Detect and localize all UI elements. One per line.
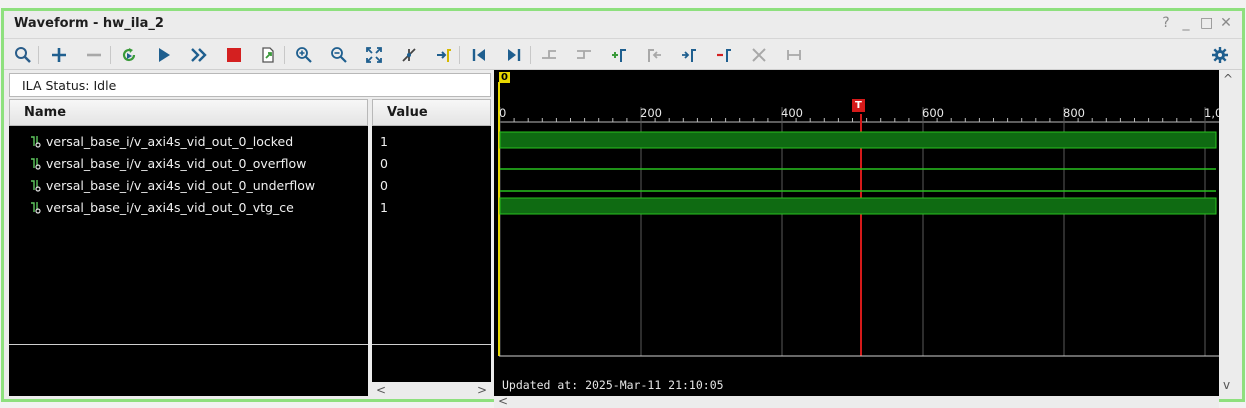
scroll-up-icon[interactable]: ^: [1223, 72, 1233, 86]
signal-name: versal_base_i/v_axi4s_vid_out_0_underflo…: [46, 177, 316, 193]
signal-high-trace: [499, 131, 1217, 149]
waveform-plot: [498, 82, 1219, 357]
value-column-header[interactable]: Value: [372, 99, 491, 126]
cursor-marker-label[interactable]: 0: [499, 72, 510, 83]
signal-value: 1: [380, 199, 388, 215]
bit-signal-icon: [31, 202, 41, 214]
bit-signal-icon: [31, 158, 41, 170]
swap-cursor-icon[interactable]: [747, 43, 771, 67]
ila-status: ILA Status: Idle: [9, 73, 491, 97]
signal-name: versal_base_i/v_axi4s_vid_out_0_locked: [46, 133, 294, 149]
next-transition-icon[interactable]: [572, 43, 596, 67]
scroll-left-icon[interactable]: <: [376, 383, 386, 397]
scroll-left-icon[interactable]: <: [498, 394, 508, 408]
signal-high-trace: [499, 197, 1217, 215]
run-icon[interactable]: [152, 43, 176, 67]
previous-marker-icon[interactable]: [642, 43, 666, 67]
add-icon[interactable]: [47, 43, 71, 67]
wave-hscrollbar[interactable]: <: [494, 394, 1219, 408]
time-tick-label: 1,0: [1204, 106, 1219, 120]
close-button[interactable]: ✕: [1220, 15, 1232, 31]
marker-distance-icon[interactable]: [782, 43, 806, 67]
delete-marker-icon[interactable]: [712, 43, 736, 67]
bit-signal-icon: [31, 180, 41, 192]
run-trigger-icon[interactable]: [117, 43, 141, 67]
next-marker-icon[interactable]: [677, 43, 701, 67]
zoom-out-icon[interactable]: [327, 43, 351, 67]
waveform-canvas[interactable]: 0 T 0 200 400 600 800 1,0 Updated at: 20…: [494, 70, 1219, 396]
signal-row[interactable]: versal_base_i/v_axi4s_vid_out_0_underflo…: [29, 174, 315, 196]
maximize-button[interactable]: □: [1200, 15, 1213, 31]
trigger-marker-label[interactable]: T: [852, 99, 865, 112]
pane-divider: [9, 344, 368, 345]
time-tick-label: 200: [640, 106, 662, 120]
go-to-marker-icon[interactable]: [432, 43, 456, 67]
signal-name-pane: versal_base_i/v_axi4s_vid_out_0_locked v…: [9, 126, 368, 396]
settings-icon[interactable]: [1208, 43, 1232, 67]
export-icon[interactable]: [256, 43, 280, 67]
window-controls: ? _ □ ✕: [1160, 15, 1232, 31]
time-tick-label: 0: [499, 106, 507, 120]
remove-icon[interactable]: [82, 43, 106, 67]
previous-transition-icon[interactable]: [537, 43, 561, 67]
signal-value: 1: [380, 133, 388, 149]
waveform-window: Waveform - hw_ila_2 ? _ □ ✕ ILA Status: …: [1, 8, 1245, 408]
go-to-start-icon[interactable]: [467, 43, 491, 67]
signal-name: versal_base_i/v_axi4s_vid_out_0_vtg_ce: [46, 199, 294, 215]
stop-icon[interactable]: [222, 43, 246, 67]
toolbar: [4, 40, 1242, 70]
window-title: Waveform - hw_ila_2: [14, 16, 164, 31]
signal-row[interactable]: versal_base_i/v_axi4s_vid_out_0_vtg_ce: [29, 196, 294, 218]
updated-timestamp: Updated at: 2025-Mar-11 21:10:05: [502, 378, 724, 392]
run-immediate-icon[interactable]: [187, 43, 211, 67]
go-to-end-icon[interactable]: [502, 43, 526, 67]
zoom-fit-icon[interactable]: [362, 43, 386, 67]
bit-signal-icon: [31, 136, 41, 148]
title-bar: Waveform - hw_ila_2 ? _ □ ✕: [4, 11, 1242, 39]
wave-vscrollbar[interactable]: ^ v: [1219, 70, 1239, 396]
signal-value: 0: [380, 177, 388, 193]
signal-name: versal_base_i/v_axi4s_vid_out_0_overflow: [46, 155, 307, 171]
signal-value: 0: [380, 155, 388, 171]
time-tick-label: 800: [1063, 106, 1085, 120]
search-icon[interactable]: [11, 43, 35, 67]
add-marker-icon[interactable]: [607, 43, 631, 67]
scroll-down-icon[interactable]: v: [1223, 378, 1230, 392]
cursor-icon[interactable]: [397, 43, 421, 67]
time-tick-label: 400: [781, 106, 803, 120]
time-tick-label: 600: [922, 106, 944, 120]
scroll-right-icon[interactable]: >: [477, 383, 487, 397]
value-hscrollbar[interactable]: < >: [372, 383, 491, 398]
help-button[interactable]: ?: [1160, 15, 1172, 31]
zoom-in-icon[interactable]: [292, 43, 316, 67]
signal-row[interactable]: versal_base_i/v_axi4s_vid_out_0_overflow: [29, 152, 306, 174]
minimize-button[interactable]: _: [1180, 15, 1192, 31]
signal-row[interactable]: versal_base_i/v_axi4s_vid_out_0_locked: [29, 130, 293, 152]
name-column-header[interactable]: Name: [9, 99, 368, 126]
pane-divider: [372, 344, 491, 345]
signal-value-pane: 1 0 0 1: [372, 126, 491, 382]
